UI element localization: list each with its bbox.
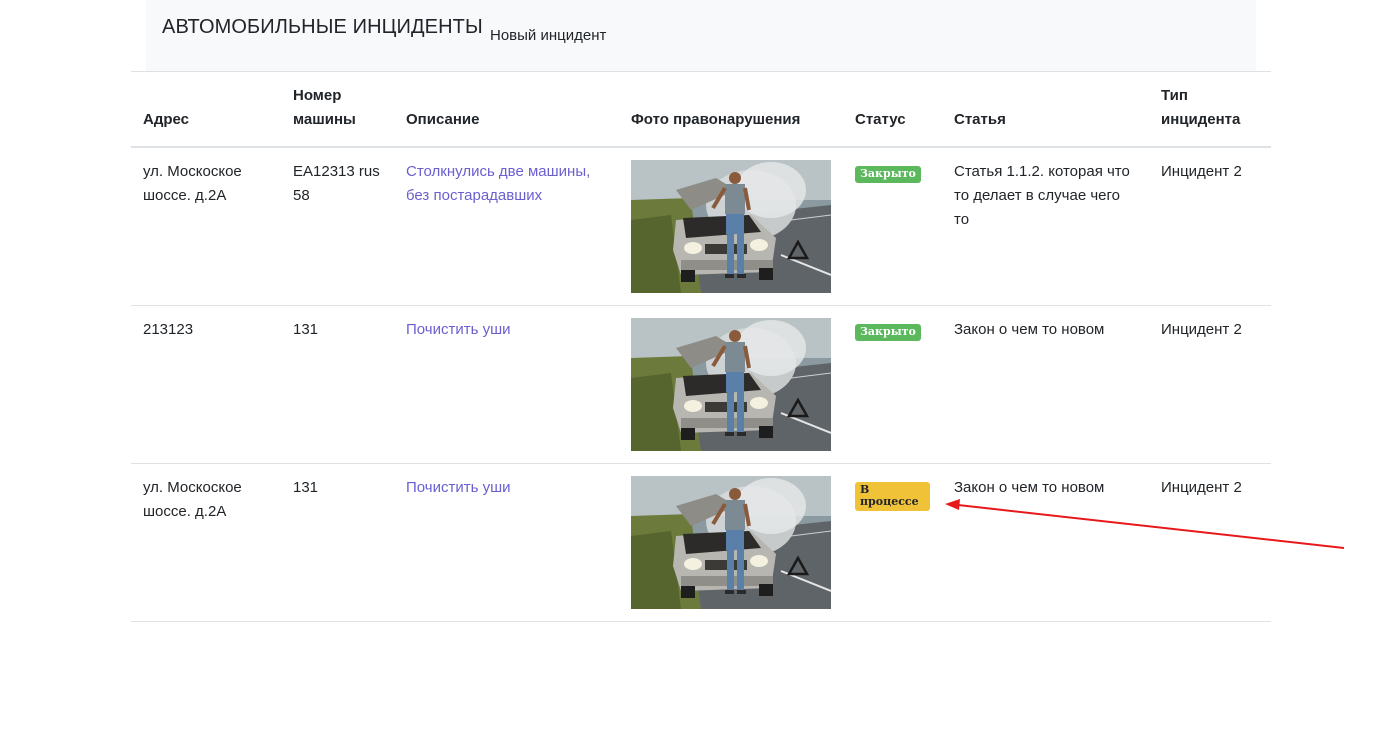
cell-status: Закрыто [843,147,942,305]
cell-car-number: 131 [293,478,319,496]
car-breakdown-photo-icon [631,475,831,609]
brand-title[interactable]: АВТОМОБИЛЬНЫЕ ИНЦИДЕНТЫ [162,16,483,39]
incident-photo[interactable] [631,317,831,451]
cell-status: Закрыто [843,305,942,463]
cell-article: Закон о чем то новом [954,320,1105,338]
description-link[interactable]: Почистить уши [406,321,511,338]
cell-description: Почистить уши [394,305,619,463]
incidents-table: Адрес Номер машины Описание Фото правона… [131,71,1271,622]
cell-status: В процессе [843,463,942,621]
incidents-table-container: Адрес Номер машины Описание Фото правона… [131,71,1271,622]
cell-photo [619,305,843,463]
description-link[interactable]: Столкнулись две машины, без постарадавши… [406,163,590,204]
header-photo: Фото правонарушения [631,111,801,128]
cell-incident-type: Инцидент 2 [1161,320,1242,338]
header-car-number: Номер машины [293,87,356,128]
cell-address: 213123 [143,320,194,338]
cell-address: ул. Москоское шоссе. д.2А [143,163,242,204]
cell-incident-type: Инцидент 2 [1161,163,1242,180]
header-article: Статья [954,111,1006,128]
incident-photo[interactable] [631,475,831,609]
cell-address: ул. Москоское шоссе. д.2А [143,478,242,520]
car-breakdown-photo-icon [631,160,831,293]
car-breakdown-photo-icon [631,317,831,451]
status-badge: Закрыто [855,323,921,341]
header-incident-type: Тип инцидента [1161,87,1241,128]
incident-photo[interactable] [631,160,831,293]
cell-article: Закон о чем то новом [954,478,1105,496]
status-badge: Закрыто [855,166,921,183]
navbar: АВТОМОБИЛЬНЫЕ ИНЦИДЕНТЫ Новый инцидент [146,0,1256,71]
header-status: Статус [855,111,906,128]
cell-photo [619,463,843,621]
table-row: ул. Москоское шоссе. д.2А 131 Почистить … [131,463,1271,621]
description-link[interactable]: Почистить уши [406,479,511,496]
cell-incident-type: Инцидент 2 [1161,478,1242,496]
table-row: ул. Москоское шоссе. д.2А ЕА12313 rus 58… [131,147,1271,305]
header-description: Описание [406,111,480,128]
new-incident-link[interactable]: Новый инцидент [490,27,606,44]
cell-car-number: 131 [293,320,319,338]
cell-article: Статья 1.1.2. которая что то делает в сл… [954,163,1130,228]
cell-description: Столкнулись две машины, без постарадавши… [394,147,619,305]
table-header-row: Адрес Номер машины Описание Фото правона… [131,71,1271,147]
cell-photo [619,147,843,305]
cell-description: Почистить уши [394,463,619,621]
cell-car-number: ЕА12313 rus 58 [293,163,380,204]
status-badge: В процессе [855,481,930,511]
table-row: 213123 131 Почистить уши Закрыто Закон о… [131,305,1271,463]
header-address: Адрес [143,111,190,128]
